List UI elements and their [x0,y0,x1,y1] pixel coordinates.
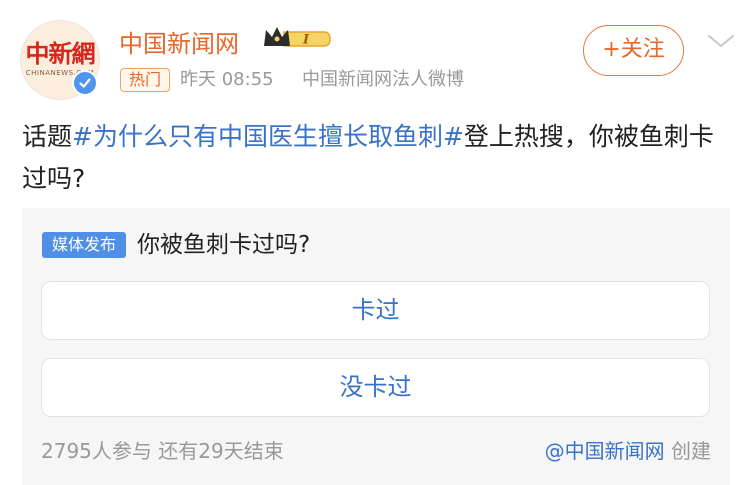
verified-icon [72,70,98,96]
poll-creator: @中国新闻网 创建 [545,436,711,466]
creator-mention-link[interactable]: @中国新闻网 [545,439,665,463]
poll-option-1[interactable]: 卡过 [41,281,710,340]
follow-button[interactable]: +关注 [583,25,684,76]
poll-stats: 2795人参与 还有29天结束 [41,439,284,463]
post-text: 话题#为什么只有中国医生擅长取鱼刺#登上热搜，你被鱼刺卡过吗? [22,116,732,200]
chevron-down-icon[interactable] [704,30,738,52]
crown-level-badge-icon[interactable]: I [262,24,332,54]
creator-suffix: 创建 [664,439,711,463]
level-badge-text: I [302,33,310,48]
avatar-logo-text: 中新網 [25,39,96,68]
poll-option-2[interactable]: 没卡过 [41,358,710,417]
post-source: 中国新闻网法人微博 [302,69,464,90]
media-publish-badge: 媒体发布 [42,232,126,258]
post-time: 昨天 08:55 [180,69,274,90]
post-prefix: 话题 [22,122,73,151]
poll-question: 你被鱼刺卡过吗? [137,232,311,258]
account-name[interactable]: 中国新闻网 [119,24,239,59]
hot-tag: 热门 [120,68,170,92]
topic-link[interactable]: #为什么只有中国医生擅长取鱼刺# [72,122,464,151]
